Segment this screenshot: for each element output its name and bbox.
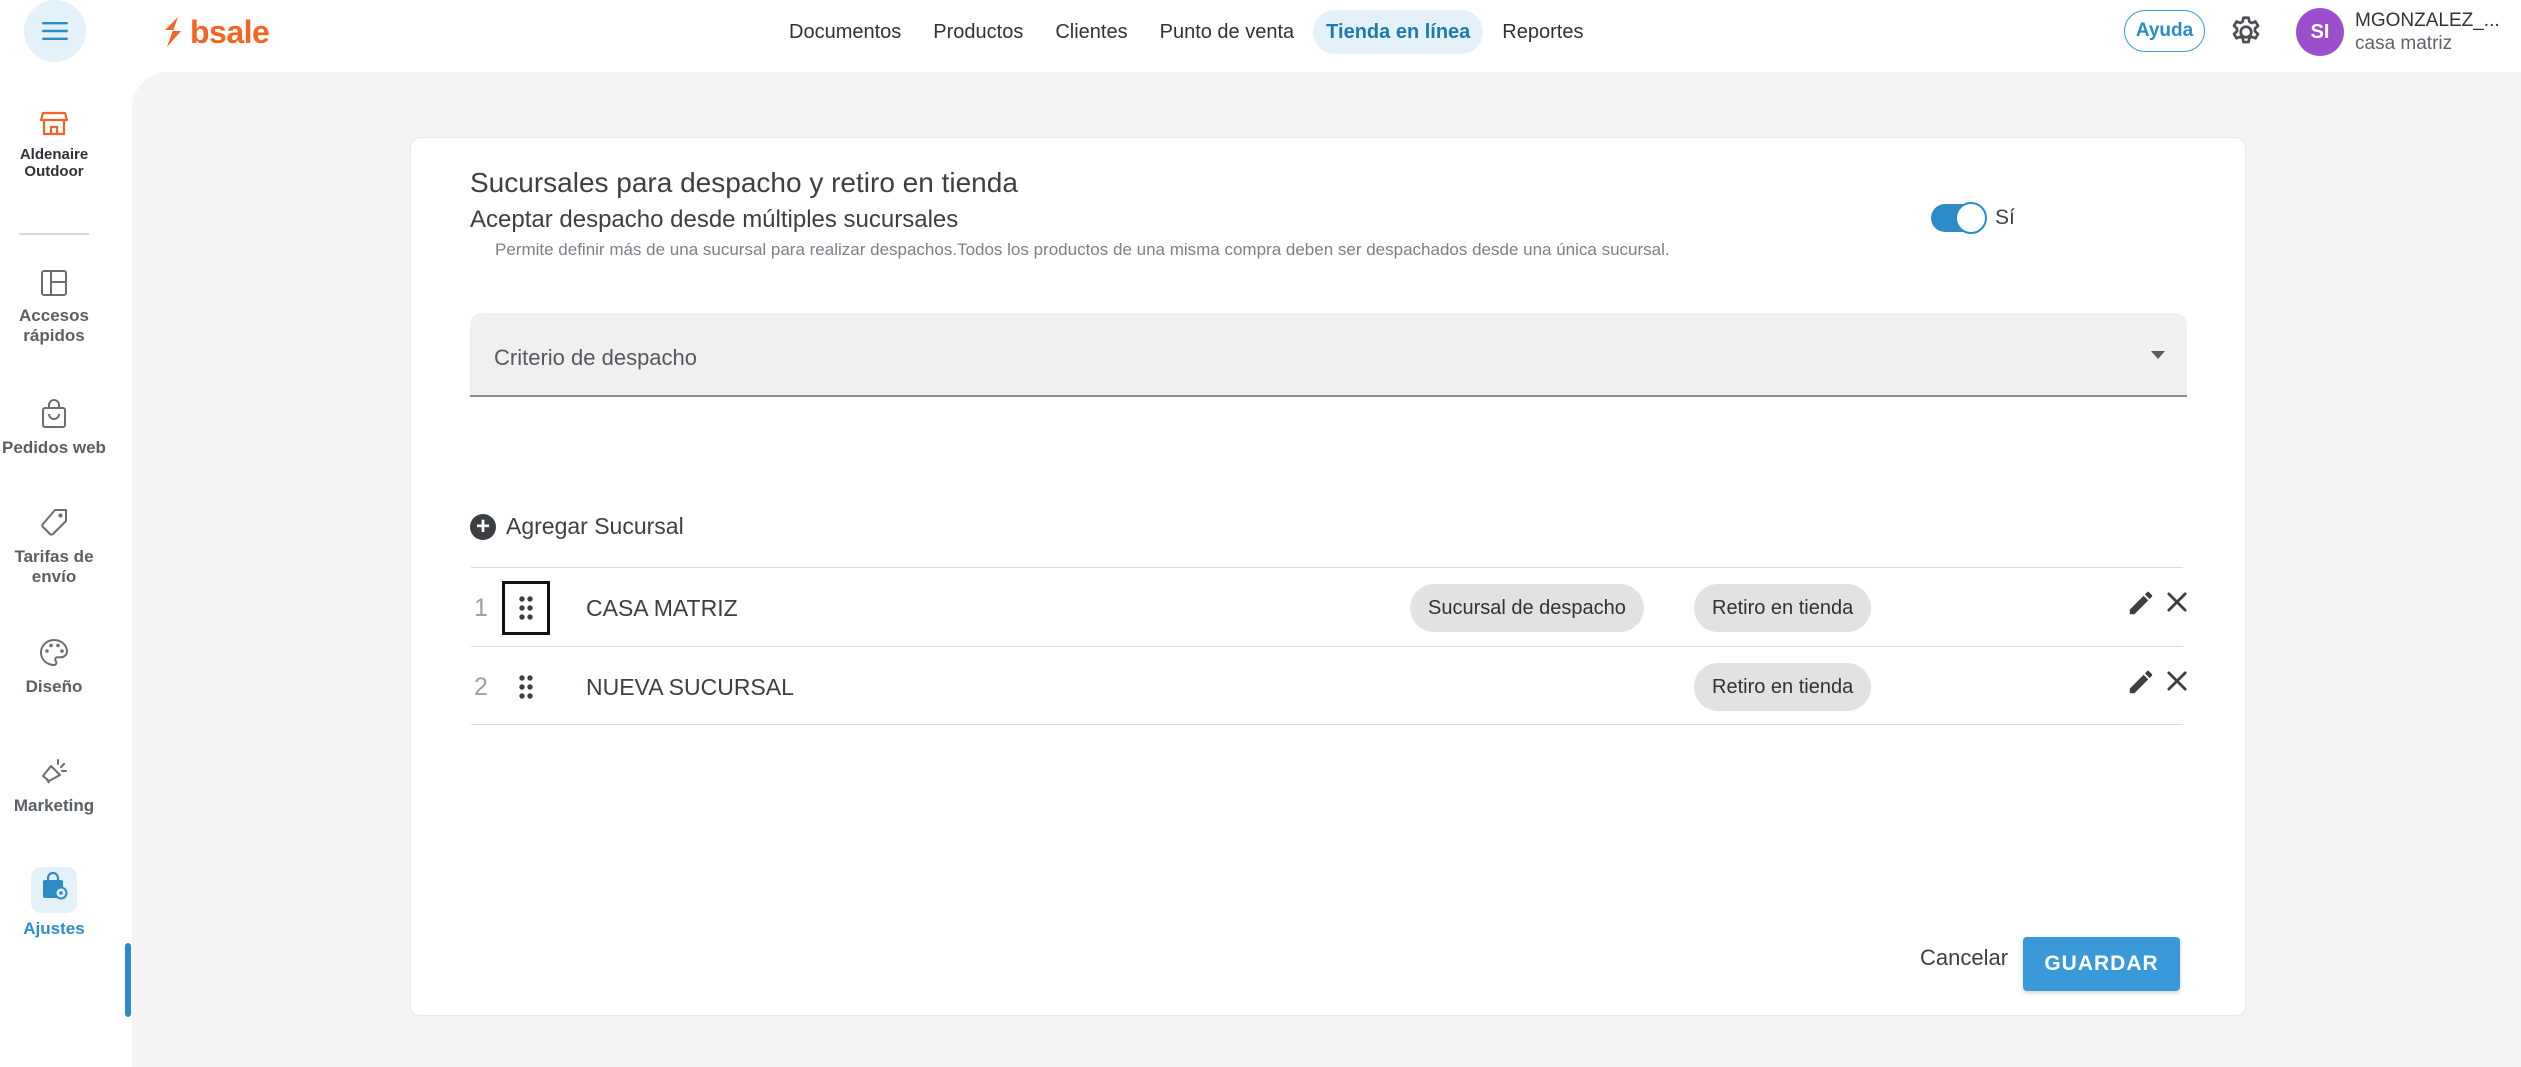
sidebar-divider — [19, 233, 89, 235]
store-icon — [39, 111, 69, 136]
drag-handle-icon — [519, 596, 533, 620]
sidebar-item-pedidos-web[interactable]: Pedidos web — [0, 398, 108, 458]
sidebar-item-accesos-rapidos[interactable]: Accesos rápidos — [0, 268, 108, 346]
drag-handle[interactable] — [502, 581, 550, 635]
tag-icon — [41, 509, 67, 536]
palette-icon — [39, 638, 69, 667]
branch-name: CASA MATRIZ — [586, 595, 738, 621]
brand-name: bsale — [190, 13, 270, 50]
add-branch-button[interactable]: + Agregar Sucursal — [470, 513, 684, 540]
dashboard-icon — [41, 270, 67, 296]
bsale-logo-icon — [165, 17, 181, 47]
gear-icon[interactable] — [2228, 14, 2264, 50]
hamburger-icon — [42, 22, 68, 40]
drag-handle[interactable] — [502, 660, 550, 714]
toggle-switch[interactable] — [1931, 202, 1987, 234]
sidebar-active-icon-bg — [31, 867, 77, 913]
store-name-line1: Aldenaire — [19, 146, 89, 163]
sidebar-item-label: envío — [31, 567, 77, 586]
save-button[interactable]: GUARDAR — [2023, 937, 2180, 991]
user-branch: casa matriz — [2355, 33, 2453, 54]
sidebar-item-label: Pedidos web — [2, 438, 106, 457]
page-title: Sucursales para despacho y retiro en tie… — [470, 167, 1018, 198]
plus-circle-icon: + — [470, 513, 496, 540]
sidebar-store[interactable]: Aldenaire Outdoor — [0, 108, 108, 180]
multi-branch-label: Aceptar despacho desde múltiples sucursa… — [470, 206, 959, 233]
nav-documentos[interactable]: Documentos — [776, 10, 914, 54]
dispatch-branch-chip: Sucursal de despacho — [1410, 584, 1644, 632]
store-pickup-chip: Retiro en tienda — [1694, 584, 1872, 632]
sidebar-item-label: Tarifas de — [14, 547, 94, 566]
multi-branch-description: Permite definir más de una sucursal para… — [495, 240, 1670, 259]
branch-row: 2 NUEVA SUCURSAL Retiro en tienda — [471, 646, 2187, 725]
close-icon[interactable] — [2163, 667, 2191, 695]
close-icon[interactable] — [2163, 588, 2191, 616]
avatar[interactable]: SI — [2296, 8, 2344, 56]
user-name: MGONZALEZ_... — [2355, 10, 2500, 31]
megaphone-icon — [42, 759, 67, 784]
drag-handle-icon — [519, 675, 533, 699]
pencil-icon[interactable] — [2126, 588, 2156, 618]
nav-tienda-en-linea[interactable]: Tienda en línea — [1313, 10, 1484, 54]
user-info[interactable]: MGONZALEZ_... casa matriz — [2355, 9, 2500, 55]
branch-row: 1 CASA MATRIZ Sucursal de despacho Retir… — [471, 567, 2187, 646]
sidebar-item-diseno[interactable]: Diseño — [0, 637, 108, 697]
chevron-down-icon — [2151, 351, 2165, 359]
dispatch-criteria-select[interactable]: Criterio de despacho — [470, 313, 2187, 397]
dispatch-criteria-placeholder: Criterio de despacho — [494, 345, 698, 370]
toggle-label: Sí — [1995, 206, 2015, 229]
bsale-logo[interactable]: bsale — [162, 12, 270, 52]
branch-index: 2 — [474, 673, 488, 701]
sidebar-item-label: Diseño — [25, 677, 83, 696]
sidebar-item-label: rápidos — [23, 326, 85, 345]
cancel-button[interactable]: Cancelar — [1906, 933, 2022, 983]
shopping-bag-icon — [42, 399, 66, 428]
sidebar: Aldenaire Outdoor Accesos rápidos Pedido… — [0, 72, 132, 1067]
pencil-icon[interactable] — [2126, 667, 2156, 697]
top-bar: bsale Documentos Productos Clientes Punt… — [0, 0, 2521, 72]
sidebar-item-label: Accesos — [19, 306, 89, 325]
sidebar-item-tarifas-de-envio[interactable]: Tarifas de envío — [0, 507, 108, 587]
store-pickup-chip: Retiro en tienda — [1694, 663, 1872, 711]
menu-button[interactable] — [24, 0, 86, 62]
nav-reportes[interactable]: Reportes — [1489, 10, 1596, 54]
branch-name: NUEVA SUCURSAL — [586, 674, 794, 700]
sidebar-item-label: Marketing — [13, 796, 95, 815]
sidebar-item-label: Ajustes — [23, 919, 85, 938]
sidebar-item-ajustes[interactable]: Ajustes — [0, 867, 108, 939]
help-button[interactable]: Ayuda — [2124, 10, 2205, 52]
main-nav: Documentos Productos Clientes Punto de v… — [776, 10, 1596, 54]
add-branch-label: Agregar Sucursal — [506, 513, 684, 539]
settings-bag-icon — [43, 871, 68, 900]
sidebar-item-marketing[interactable]: Marketing — [0, 756, 108, 816]
branches-card: Sucursales para despacho y retiro en tie… — [410, 137, 2246, 1016]
nav-clientes[interactable]: Clientes — [1042, 10, 1140, 54]
branch-index: 1 — [474, 594, 488, 622]
nav-punto-de-venta[interactable]: Punto de venta — [1147, 10, 1308, 54]
toggle-knob — [1955, 202, 1987, 234]
multi-branch-toggle[interactable]: Sí — [1931, 202, 2015, 234]
sidebar-active-indicator — [125, 943, 131, 1017]
nav-productos[interactable]: Productos — [920, 10, 1036, 54]
store-name-line2: Outdoor — [24, 163, 84, 180]
